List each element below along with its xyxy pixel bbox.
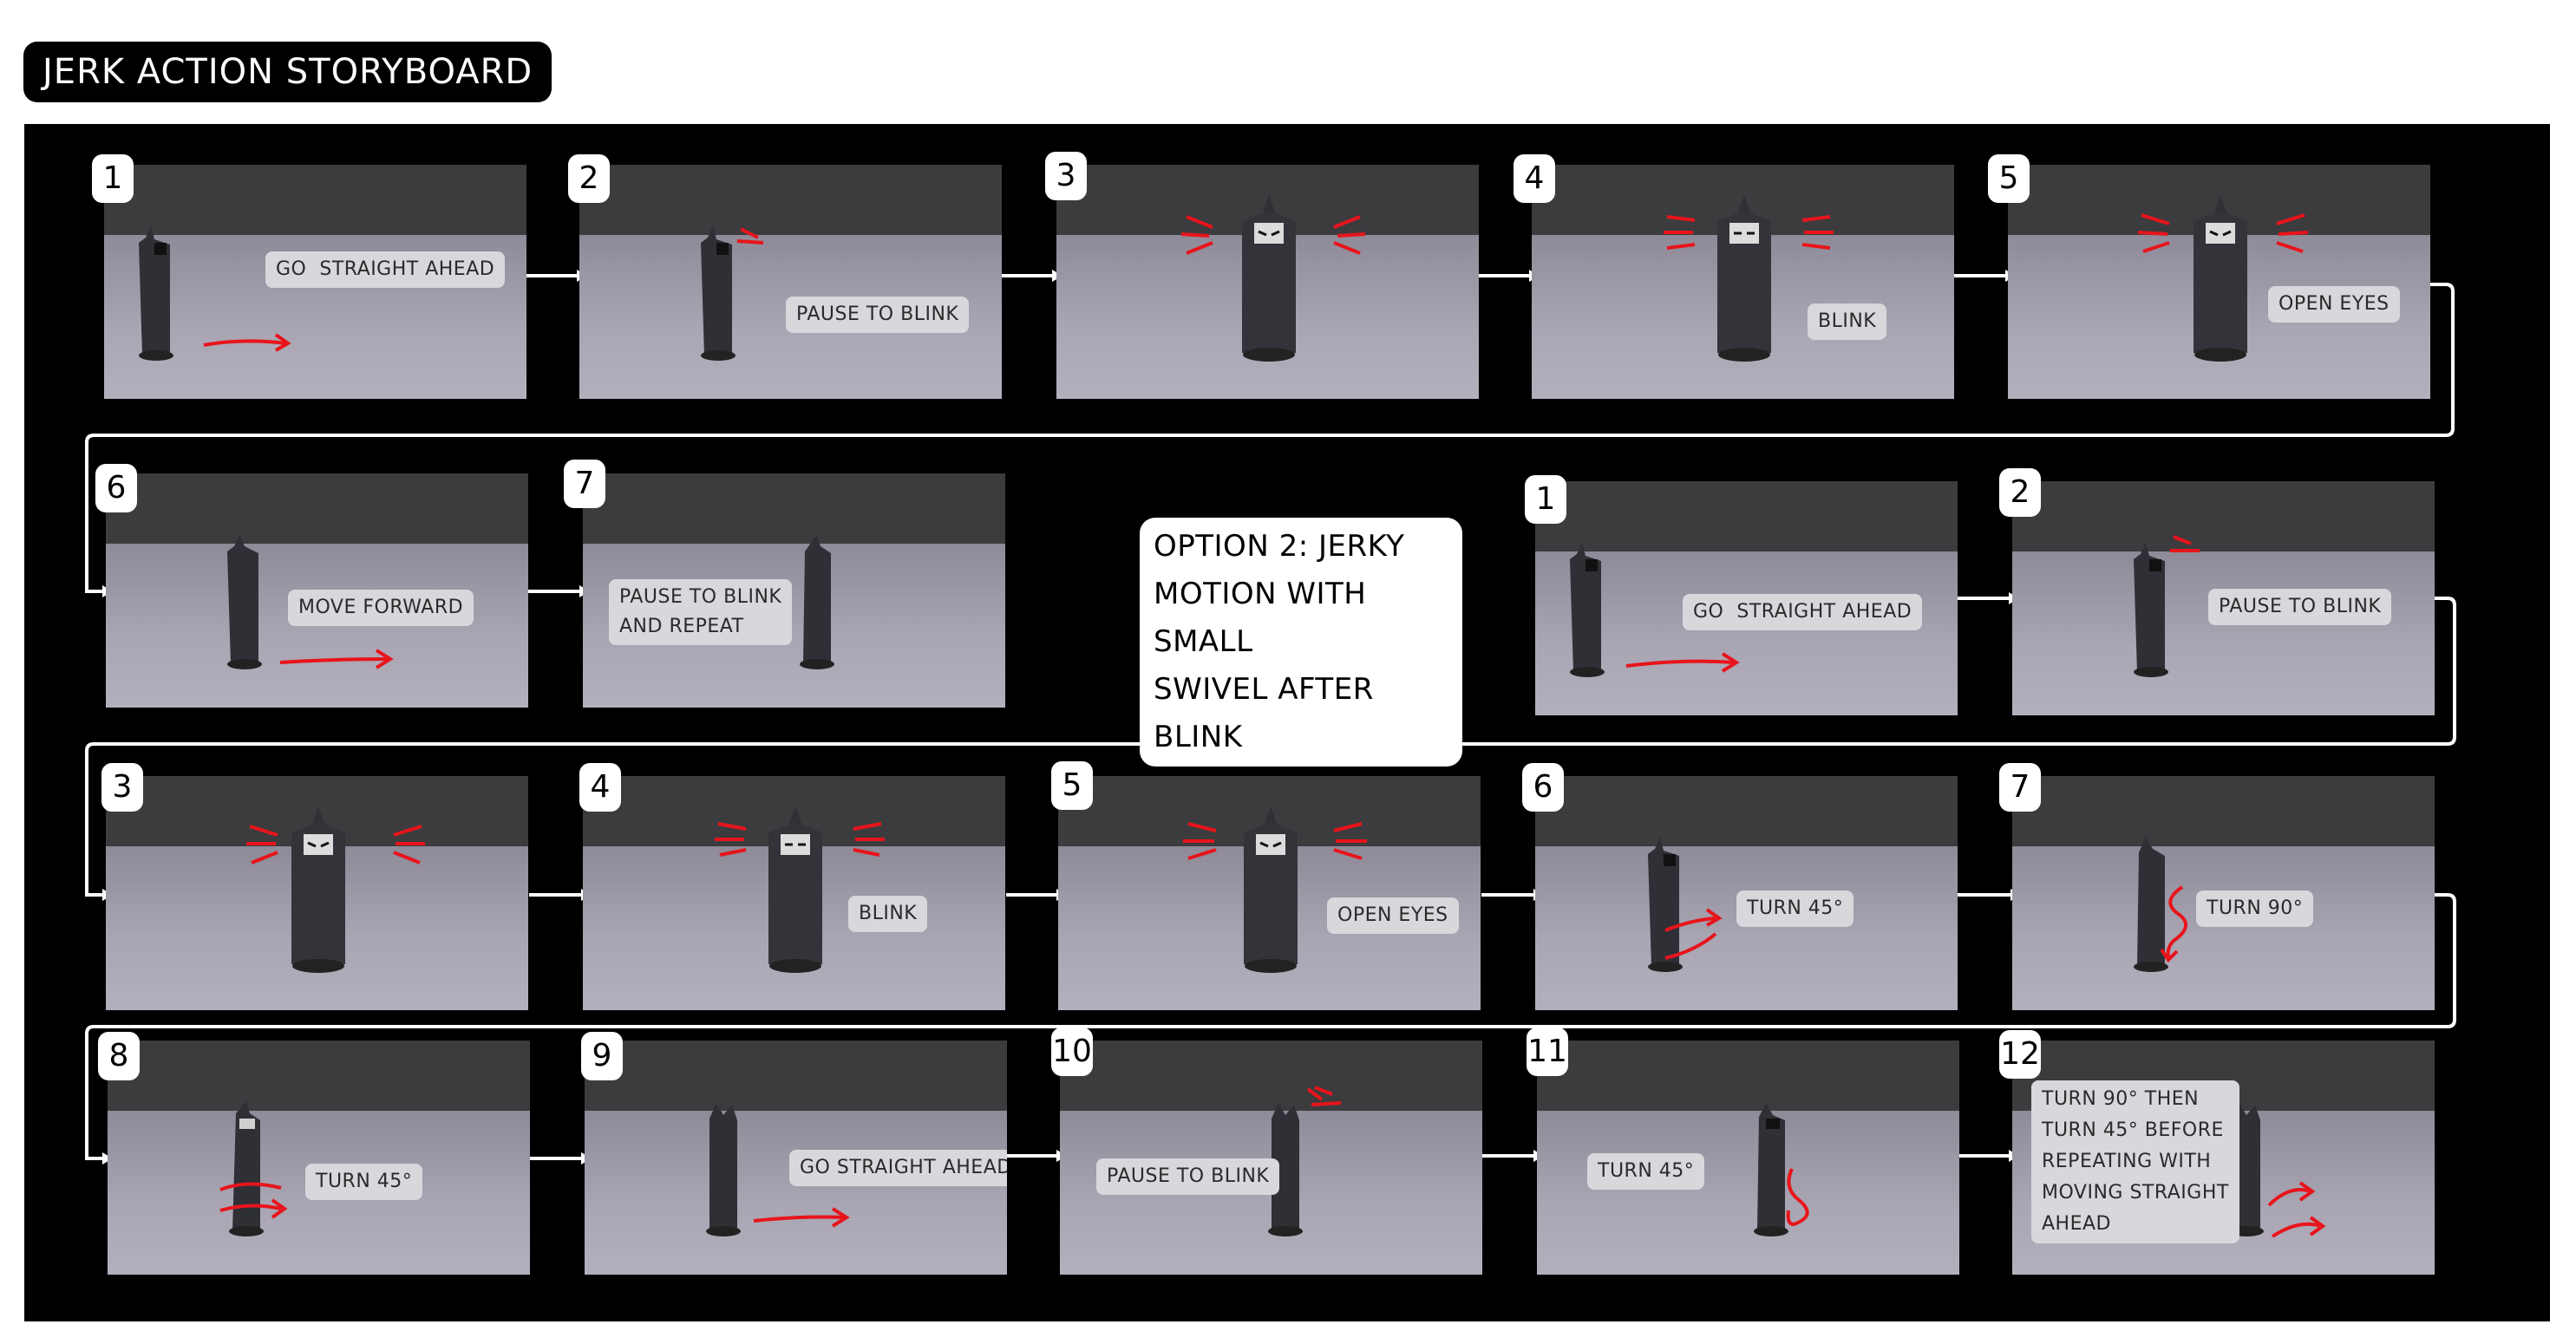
frame-caption: TURN 45° <box>305 1164 423 1200</box>
frame-number: 1 <box>1525 475 1566 524</box>
robot-figure <box>139 225 173 361</box>
turn-arrow-icon <box>1786 1168 1809 1227</box>
frame-number: 7 <box>564 460 605 508</box>
frame-number: 11 <box>1527 1028 1568 1076</box>
frame-caption: GO STRAIGHT AHEAD <box>1683 594 1923 630</box>
shake-marks-icon <box>1664 215 1834 250</box>
frame-caption: OPEN EYES <box>1327 897 1459 934</box>
turn-arrow-icon <box>219 1182 288 1219</box>
frame-number: 1 <box>92 154 134 203</box>
frame-caption: PAUSE TO BLINK <box>1096 1158 1280 1195</box>
frame-number: 9 <box>581 1032 623 1080</box>
storyboard-frame: TURN 45° <box>1537 1041 1959 1275</box>
frame-caption: OPEN EYES <box>2268 286 2400 323</box>
frame-number: 3 <box>101 763 143 812</box>
motion-arrow-icon <box>279 649 394 669</box>
storyboard-frame: GO STRAIGHT AHEAD <box>1535 481 1958 715</box>
storyboard-frame: BLINK <box>583 776 1005 1010</box>
frame-caption: BLINK <box>848 896 928 932</box>
option-2-label: OPTION 2: JERKY MOTION WITH SMALL SWIVEL… <box>1140 518 1462 767</box>
robot-figure <box>800 534 834 669</box>
option-line: OPTION 2: JERKY <box>1154 529 1405 564</box>
frame-caption: PAUSE TO BLINK <box>2208 589 2392 625</box>
turn-arrow-icon <box>1664 908 1723 960</box>
frame-caption: PAUSE TO BLINK <box>786 297 970 333</box>
frame-number: 8 <box>98 1032 140 1080</box>
storyboard-frame: PAUSE TO BLINK AND REPEAT <box>583 473 1005 708</box>
motion-arrow-icon <box>1625 652 1740 673</box>
frame-number: 3 <box>1045 152 1087 200</box>
frame-number: 12 <box>1999 1030 2041 1079</box>
robot-figure <box>706 1103 741 1236</box>
blink-marks-icon <box>736 227 764 245</box>
storyboard-frame: BLINK <box>1532 165 1954 399</box>
storyboard-frame: GO STRAIGHT AHEAD <box>104 165 526 399</box>
shake-marks-icon <box>2137 213 2309 253</box>
blink-marks-icon <box>2170 535 2200 552</box>
storyboard-frame: TURN 90° THEN TURN 45° BEFORE REPEATING … <box>2012 1041 2435 1275</box>
turn-arrow-icon <box>2267 1181 2326 1238</box>
frame-number: 6 <box>95 464 137 512</box>
robot-figure <box>1570 542 1605 677</box>
storyboard-frame: OPEN EYES <box>1058 776 1481 1010</box>
storyboard-frame: OPEN EYES <box>2008 165 2430 399</box>
robot-figure <box>227 534 262 669</box>
frame-number: 6 <box>1522 763 1564 812</box>
frame-number: 10 <box>1051 1028 1093 1076</box>
motion-arrow-icon <box>203 333 291 352</box>
option-line: SWIVEL AFTER BLINK <box>1154 672 1374 754</box>
storyboard-frame: GO STRAIGHT AHEAD <box>585 1041 1007 1275</box>
frame-number: 2 <box>1999 468 2041 517</box>
blink-marks-icon <box>1306 1086 1342 1106</box>
shake-marks-icon <box>1180 215 1366 255</box>
shake-marks-icon <box>246 825 425 864</box>
storyboard-frame: TURN 45° <box>1535 776 1958 1010</box>
storyboard-frame <box>106 776 528 1010</box>
option-line: MOTION WITH SMALL <box>1154 577 1367 659</box>
frame-number: 2 <box>568 154 610 203</box>
frame-caption: BLINK <box>1808 303 1887 340</box>
storyboard-frame: PAUSE TO BLINK <box>1060 1041 1482 1275</box>
motion-arrow-icon <box>753 1207 850 1228</box>
frame-caption: TURN 45° <box>1587 1153 1705 1190</box>
frame-caption: PAUSE TO BLINK AND REPEAT <box>609 579 793 645</box>
shake-marks-icon <box>715 822 885 857</box>
storyboard-frame <box>1056 165 1479 399</box>
frame-number: 5 <box>1051 761 1093 810</box>
frame-caption: TURN 45° <box>1736 891 1854 927</box>
frame-number: 5 <box>1988 154 2030 203</box>
frame-caption: MOVE FORWARD <box>288 590 474 626</box>
storyboard-frame: TURN 90° <box>2012 776 2435 1010</box>
frame-number: 7 <box>1999 763 2041 812</box>
storyboard-frame: PAUSE TO BLINK <box>579 165 1002 399</box>
storyboard-frame: MOVE FORWARD <box>106 473 528 708</box>
frame-caption: GO STRAIGHT AHEAD <box>789 1150 1007 1186</box>
frame-caption: TURN 90° THEN TURN 45° BEFORE REPEATING … <box>2031 1080 2239 1243</box>
frame-caption: GO STRAIGHT AHEAD <box>265 251 506 288</box>
storyboard-frame: PAUSE TO BLINK <box>2012 481 2435 715</box>
frame-number: 4 <box>1514 154 1555 203</box>
frame-caption: TURN 90° <box>2196 891 2314 927</box>
frame-number: 4 <box>579 763 621 812</box>
storyboard-frame: TURN 45° <box>108 1041 530 1275</box>
shake-marks-icon <box>1183 822 1367 860</box>
